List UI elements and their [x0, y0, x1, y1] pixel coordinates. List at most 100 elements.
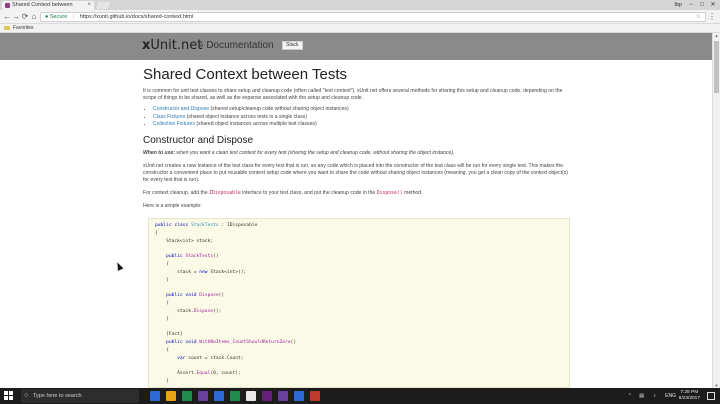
mouse-cursor-icon [114, 261, 124, 271]
taskbar-app-icon[interactable] [294, 391, 304, 401]
list-item: Class Fixtures (shared object instance a… [153, 114, 575, 122]
taskbar-app-icon[interactable] [182, 391, 192, 401]
code-line: } [155, 277, 169, 283]
example-intro: Here is a simple example: [143, 202, 202, 209]
list-item-desc: (shared setup/cleanup code without shari… [209, 106, 349, 112]
scroll-up-icon[interactable]: ▲ [713, 33, 720, 38]
code-line: stack.Dispose(); [155, 308, 222, 314]
taskbar-clock[interactable]: 7:28 PM 8/23/2017 [679, 390, 700, 402]
maximize-icon[interactable]: □ [697, 0, 707, 10]
tab-close-icon[interactable]: × [87, 1, 91, 10]
logo-text: Unit.net [150, 38, 203, 53]
collection-fixtures-link[interactable]: Collection Fixtures [153, 121, 195, 127]
address-separator: | [72, 14, 75, 20]
taskbar-app-icon[interactable] [150, 391, 160, 401]
intro-paragraph: It is common for unit test classes to sh… [143, 88, 563, 101]
constructor-dispose-link[interactable]: Constructor and Dispose [153, 106, 209, 112]
site-logo[interactable]: xUnit.net [142, 38, 202, 53]
network-icon[interactable]: ▤ [639, 388, 644, 404]
documentation-link[interactable]: » Documentation [198, 40, 274, 51]
taskbar-app-icon[interactable] [246, 391, 256, 401]
taskbar-app-icon[interactable] [278, 391, 288, 401]
language-indicator[interactable]: ENG [665, 388, 676, 404]
cleanup-text-2: interface to your test class, and put th… [240, 189, 377, 196]
notifications-icon[interactable] [707, 392, 715, 400]
code-line: Assert.Equal(0, count); [155, 371, 241, 377]
code-line: public void Dispose() [155, 293, 225, 299]
taskbar-search-box[interactable]: ○ Type here to search [21, 389, 139, 403]
scrollbar-thumb[interactable] [714, 41, 719, 93]
taskbar-app-icon[interactable] [166, 391, 176, 401]
new-tab-button[interactable] [95, 2, 111, 9]
page-title: Shared Context between Tests [143, 66, 348, 83]
cleanup-text-1: For context cleanup, add the [143, 189, 209, 196]
explanation-paragraph: xUnit.net creates a new instance of the … [143, 162, 569, 183]
folder-icon [4, 25, 10, 30]
taskbar-app-icon[interactable] [310, 391, 320, 401]
site-header: xUnit.net » Documentation Stack [0, 33, 712, 60]
volume-icon[interactable]: ♪ [654, 388, 657, 404]
when-to-use-label: When to use: [143, 149, 175, 156]
code-line: var count = stack.Count; [155, 355, 244, 361]
code-line: Stack<int> stack; [155, 238, 214, 244]
code-line: [Fact] [155, 332, 183, 338]
list-item-desc: (shared object instance across tests in … [185, 113, 308, 120]
address-url: https://xunit.github.io/docs/shared-cont… [79, 14, 194, 20]
code-line: stack = new Stack<int>(); [155, 269, 247, 275]
tray-chevron-icon[interactable]: ⌃ [628, 388, 632, 404]
cleanup-paragraph: For context cleanup, add the IDisposable… [143, 190, 575, 197]
home-icon[interactable]: ⌂ [29, 12, 39, 22]
code-line: public class StackTests : IDisposable [155, 223, 258, 228]
minimize-icon[interactable]: − [686, 0, 696, 10]
code-line: } [155, 316, 169, 322]
taskbar-app-icon[interactable] [198, 391, 208, 401]
favorites-folder[interactable]: Favorites [4, 25, 34, 31]
code-line: { [155, 261, 169, 267]
secure-label: Secure [49, 14, 68, 20]
code-line: } [155, 378, 169, 384]
close-window-icon[interactable]: ✕ [708, 0, 718, 10]
favorites-label: Favorites [13, 25, 34, 31]
when-to-use-text: when you want a clean test context for e… [174, 149, 455, 156]
list-item-desc: (shared object instances across multiple… [194, 121, 317, 127]
dispose-code: Dispose() [376, 190, 403, 196]
code-line: { [155, 300, 169, 306]
windows-start-icon[interactable] [4, 391, 14, 401]
bookmark-star-icon[interactable]: ☆ [696, 13, 701, 22]
code-line: { [155, 347, 169, 353]
cleanup-text-3: method. [402, 189, 423, 196]
clock-date: 8/23/2017 [678, 396, 700, 401]
taskbar-app-icon[interactable] [262, 391, 272, 401]
taskbar-app-icon[interactable] [214, 391, 224, 401]
browser-toolbar: ← → ⟳ ⌂ ● Secure | https://xunit.github.… [0, 10, 720, 24]
context-methods-list: Constructor and Dispose (shared setup/cl… [153, 106, 575, 129]
search-placeholder: Type here to search [33, 393, 82, 399]
article: Shared Context between Tests It is commo… [143, 66, 575, 210]
tab-title: Shared Context between [12, 2, 73, 8]
stack-button[interactable]: Stack [282, 41, 303, 50]
code-example: public class StackTests : IDisposable { … [148, 218, 570, 388]
idisposable-code: IDisposable [208, 190, 241, 196]
page-scrollbar[interactable]: ▲ ▼ [712, 33, 720, 388]
bookmarks-bar: Favorites [0, 24, 720, 33]
taskbar-app-icon[interactable] [230, 391, 240, 401]
section-heading: Constructor and Dispose [143, 134, 254, 146]
browser-tab[interactable]: Shared Context between × [2, 1, 94, 10]
tab-favicon-icon [5, 3, 10, 8]
code-line: public void WithNoItems_CountShouldRetur… [155, 339, 297, 345]
when-to-use-paragraph: When to use: when you want a clean test … [143, 150, 575, 157]
tab-strip: Shared Context between × Ibp − □ ✕ [0, 0, 720, 10]
code-line: public StackTests() [155, 254, 219, 260]
address-bar[interactable]: ● Secure | https://xunit.github.io/docs/… [40, 12, 706, 22]
list-item: Constructor and Dispose (shared setup/cl… [153, 106, 575, 114]
profile-name[interactable]: Ibp [674, 0, 682, 10]
lock-icon: ● [45, 14, 49, 20]
browser-menu-icon[interactable]: ⋮ [708, 12, 716, 22]
list-item: Collection Fixtures (shared object insta… [153, 121, 575, 129]
taskbar: ○ Type here to search ⌃ ▤ ♪ ENG 7:28 PM … [0, 388, 720, 404]
class-fixtures-link[interactable]: Class Fixtures [153, 114, 185, 120]
